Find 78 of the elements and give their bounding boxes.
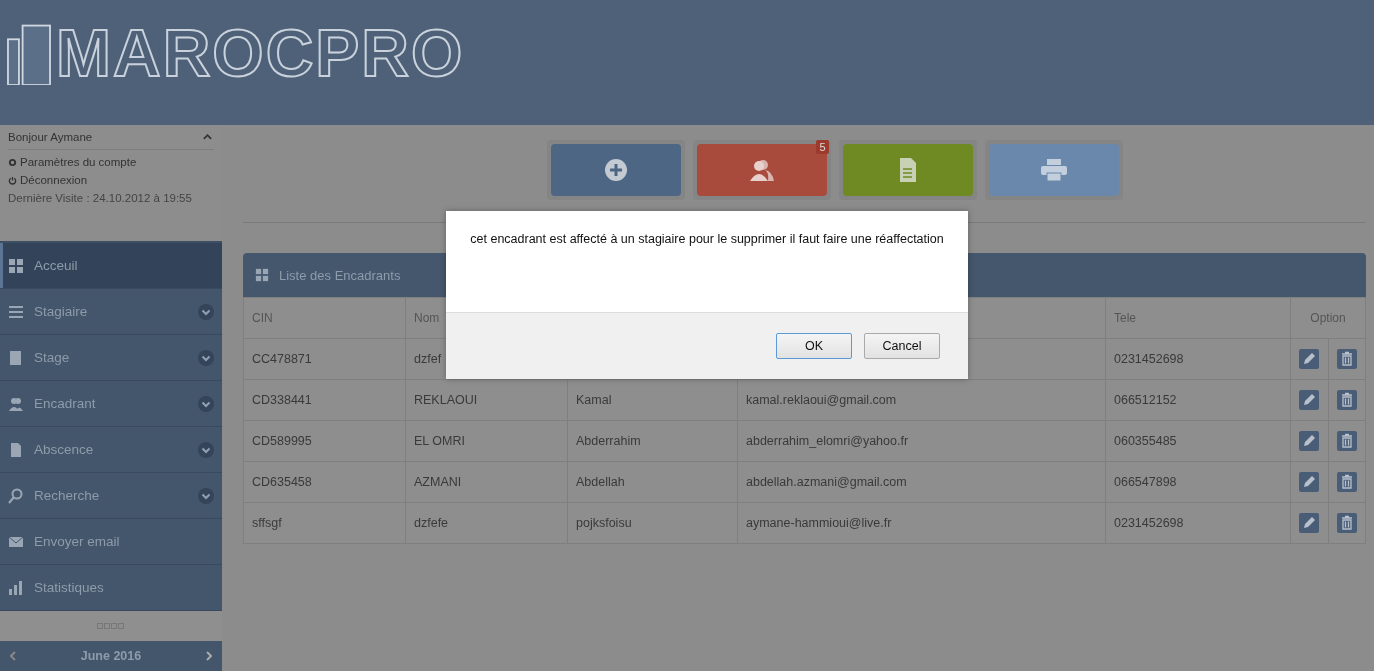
book-icon xyxy=(8,349,24,366)
sidebar-item[interactable]: Stagiaire xyxy=(0,289,222,335)
table-cell: aymane-hammioui@live.fr xyxy=(746,516,892,530)
table-cell: Abdellah xyxy=(576,475,625,489)
toolbar-button[interactable] xyxy=(842,144,973,196)
sidebar-item[interactable]: Envoyer email xyxy=(0,519,222,565)
account-link[interactable]: Déconnexion xyxy=(8,174,214,186)
trash-icon[interactable] xyxy=(1336,390,1357,410)
next-month-button[interactable] xyxy=(206,651,212,661)
trash-icon[interactable] xyxy=(1336,513,1357,533)
table-cell: abdellah.azmani@gmail.com xyxy=(746,475,907,489)
edit-pencil-icon[interactable] xyxy=(1299,513,1320,533)
dialog-button[interactable]: Cancel xyxy=(864,333,940,359)
list-icon xyxy=(8,303,24,320)
table-cell: 066547898 xyxy=(1114,475,1177,489)
table-cell: Abderrahim xyxy=(576,434,641,448)
printer-icon xyxy=(1040,159,1067,181)
table-cell: pojksfoisu xyxy=(576,516,632,530)
table-cell: dzfefe xyxy=(414,516,449,530)
month-label: June 2016 xyxy=(80,649,142,663)
chart-icon xyxy=(8,579,24,596)
search-icon xyxy=(8,487,24,504)
toolbar-button[interactable] xyxy=(696,144,827,196)
last-visit-text: Dernière Visite : 24.10.2012 à 19:55 xyxy=(8,192,193,204)
trash-icon[interactable] xyxy=(1336,349,1357,369)
users-icon xyxy=(8,395,24,412)
sidebar-item[interactable]: Recherche xyxy=(0,473,222,519)
resize-handle-icon[interactable] xyxy=(97,623,125,629)
column-header: CIN xyxy=(252,311,273,325)
table-cell: CD635458 xyxy=(252,475,312,489)
table-cell: REKLAOUI xyxy=(414,393,478,407)
edit-pencil-icon[interactable] xyxy=(1299,390,1320,410)
toolbar-button[interactable] xyxy=(988,144,1119,196)
greeting: Bonjour Aymane xyxy=(8,131,93,143)
table-cell: 0231452698 xyxy=(1114,352,1184,366)
logo-text: MAROCPRO xyxy=(56,14,465,91)
sidebar-item[interactable]: Stage xyxy=(0,335,222,381)
table-cell: EL OMRI xyxy=(414,434,465,448)
table-cell: CC478871 xyxy=(252,352,312,366)
dialog-button[interactable]: OK xyxy=(776,333,852,359)
grid-icon xyxy=(255,268,269,282)
table-cell: dzfef xyxy=(414,352,442,366)
table-cell: 066512152 xyxy=(1114,393,1177,407)
toolbar-button[interactable] xyxy=(550,144,681,196)
table-cell: abderrahim_elomri@yahoo.fr xyxy=(746,434,909,448)
sidebar-item[interactable]: Abscence xyxy=(0,427,222,473)
column-header: Tele xyxy=(1114,311,1136,325)
collapse-caret-icon[interactable] xyxy=(201,132,214,142)
table-cell: kamal.reklaoui@gmail.com xyxy=(746,393,897,407)
trash-icon[interactable] xyxy=(1336,472,1357,492)
users-icon xyxy=(748,159,775,181)
edit-pencil-icon[interactable] xyxy=(1299,472,1320,492)
table-cell: 0231452698 xyxy=(1114,516,1184,530)
panel-title: Liste des Encadrants xyxy=(279,267,401,283)
doc-icon xyxy=(8,441,24,458)
table-cell: sffsgf xyxy=(252,516,282,530)
plus-circle-icon xyxy=(604,159,627,181)
table-cell: CD589995 xyxy=(252,434,312,448)
account-link[interactable]: Paramètres du compte xyxy=(8,156,214,168)
table-cell: CD338441 xyxy=(252,393,312,407)
document-icon xyxy=(899,158,916,182)
edit-pencil-icon[interactable] xyxy=(1299,349,1320,369)
sidebar-item[interactable]: Encadrant xyxy=(0,381,222,427)
table-cell: AZMANI xyxy=(414,475,462,489)
trash-icon[interactable] xyxy=(1336,431,1357,451)
column-header: Option xyxy=(1310,311,1346,325)
settings-icon xyxy=(8,157,17,167)
power-icon xyxy=(8,175,17,185)
edit-pencil-icon[interactable] xyxy=(1299,431,1320,451)
sidebar-item[interactable]: Statistiques xyxy=(0,565,222,611)
grid-icon xyxy=(8,257,24,274)
previous-month-button[interactable] xyxy=(10,651,16,661)
dialog-message: cet encadrant est affecté à un stagiaire pour le supprimer il faut faire une réaffectation xyxy=(470,232,944,246)
column-header: Nom xyxy=(414,311,440,325)
table-cell: Kamal xyxy=(576,393,612,407)
table-cell: 060355485 xyxy=(1114,434,1177,448)
sidebar-item[interactable]: Acceuil xyxy=(0,243,222,289)
notification-badge: 5 xyxy=(816,140,829,154)
